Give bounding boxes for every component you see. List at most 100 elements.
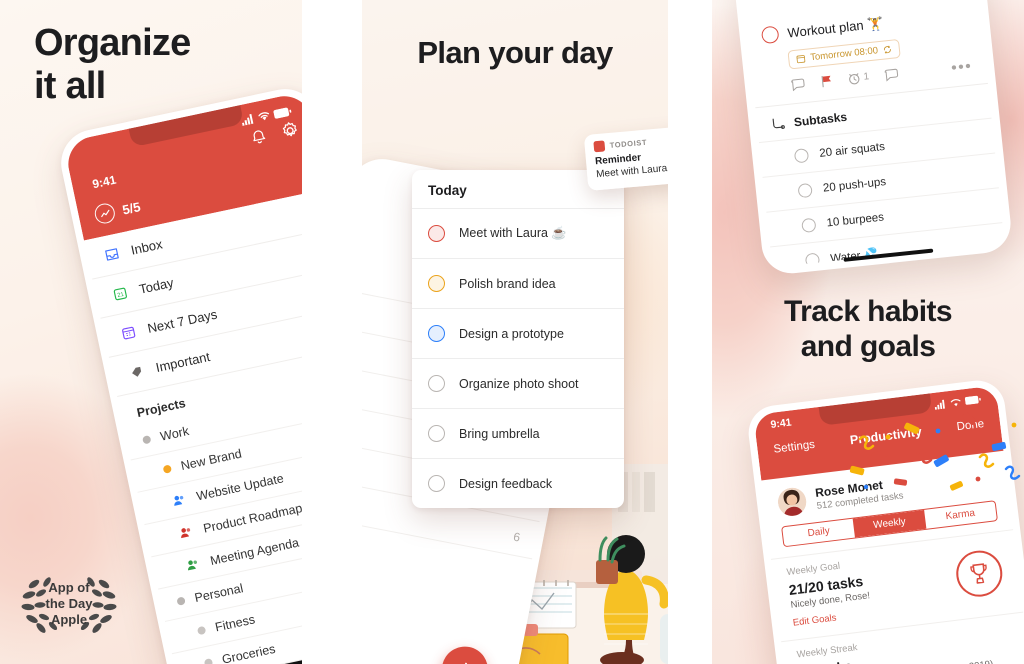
sidebar-item-label: Inbox (129, 236, 164, 258)
wifi-icon (258, 112, 270, 121)
task-row[interactable]: Bring umbrella (412, 408, 624, 458)
project-label: Work (159, 423, 191, 444)
task-detail-screen: Workout plan 🏋️ Tomorrow 08:00 1 ●●● Sub… (741, 0, 1005, 268)
project-color-dot (196, 625, 207, 636)
task-checkbox[interactable] (760, 25, 780, 45)
karma-ring-icon (92, 201, 117, 226)
sidebar-item-label: Next 7 Days (146, 306, 219, 336)
panel-track-habits-and-goals: Workout plan 🏋️ Tomorrow 08:00 1 ●●● Sub… (712, 0, 1024, 664)
headline-line-1: Organize (34, 22, 191, 64)
task-checkbox[interactable] (428, 225, 445, 242)
note-icon[interactable] (883, 68, 898, 82)
calendar-today-icon: 21 (110, 283, 130, 303)
reminder-indicator[interactable]: 1 (847, 70, 870, 85)
task-checkbox[interactable] (428, 475, 445, 492)
subtask-checkbox[interactable] (804, 252, 821, 268)
subtask-checkbox[interactable] (801, 217, 817, 234)
more-icon[interactable]: ●●● (950, 60, 972, 73)
task-checkbox[interactable] (428, 375, 445, 392)
avatar-photo (776, 486, 808, 518)
subtask-checkbox[interactable] (793, 148, 810, 164)
battery-icon (964, 395, 981, 405)
trophy-icon (970, 563, 987, 584)
subtasks-list: 20 air squats20 push-ups10 burpeesWater … (758, 117, 1005, 268)
project-color-dot (142, 434, 152, 445)
task-label: Organize photo shoot (459, 376, 579, 391)
productivity-screen: 9:41 Settings Productivity Done Rose Mon… (753, 385, 1024, 664)
inbox-icon (102, 244, 122, 264)
calendar-icon (796, 55, 806, 64)
calendar-week-icon (119, 323, 139, 343)
subtask-label: 20 air squats (818, 140, 886, 160)
subtask-icon (772, 118, 785, 129)
page-title: Productivity (849, 424, 923, 448)
subtasks-header-label: Subtasks (793, 109, 848, 130)
task-label: Meet with Laura ☕ (459, 226, 567, 240)
shared-project-icon (182, 555, 202, 575)
panel-organize-it-all: Organize it all 9:41 5/5 Inbox 21 Today … (0, 0, 302, 664)
clock-time: 9:41 (769, 416, 793, 431)
task-label: Polish brand idea (459, 276, 556, 291)
settings-button[interactable]: Settings (773, 439, 816, 456)
sidebar-item-label: Important (154, 348, 212, 376)
task-row[interactable]: Design feedback (412, 458, 624, 508)
task-label: Design feedback (459, 476, 553, 491)
panel-plan-your-day: Plan your day 219121210❮86 + Today Meet … (362, 0, 668, 664)
signal-icon (934, 399, 945, 410)
badge-text: App of the Day Apple (46, 580, 93, 628)
bell-icon[interactable] (249, 127, 269, 147)
headline-organize: Organize it all (34, 22, 191, 107)
task-detail-header: Workout plan 🏋️ (741, 0, 981, 46)
wifi-icon (950, 398, 961, 406)
headline-line-1: Track habits (784, 295, 952, 328)
badge-line-1: App of (48, 580, 90, 596)
signal-icon (241, 113, 254, 126)
task-label: Bring umbrella (459, 426, 540, 441)
avatar[interactable] (776, 486, 808, 518)
project-label: Personal (193, 581, 245, 606)
shared-project-icon (175, 523, 195, 543)
task-row[interactable]: Design a prototype (412, 308, 624, 358)
badge-line-2: the Day (45, 595, 93, 611)
headline-line-2: it all (34, 64, 106, 107)
reminder-count: 1 (863, 71, 870, 83)
comment-icon[interactable] (790, 78, 805, 91)
tag-icon (127, 362, 147, 382)
subtask-checkbox[interactable] (797, 182, 813, 199)
project-label: New Brand (179, 446, 243, 474)
add-task-button[interactable]: + (437, 642, 492, 664)
reminder-notification[interactable]: TODOIST Reminder Meet with Laura (583, 125, 668, 191)
today-task-card: Today Meet with Laura ☕ Polish brand idea… (412, 170, 624, 508)
task-checkbox[interactable] (428, 325, 445, 342)
notification-app-name: TODOIST (609, 137, 648, 150)
headline-line-2: and goals (800, 329, 936, 363)
done-button[interactable]: Done (956, 418, 985, 433)
task-row[interactable]: Organize photo shoot (412, 358, 624, 408)
sidebar-item-label: Today (137, 274, 175, 297)
trend-up-icon (100, 209, 109, 217)
project-color-dot (176, 596, 186, 606)
task-row[interactable]: Meet with Laura ☕ (412, 208, 624, 258)
schedule-count: 6 (512, 529, 522, 545)
phone-mockup-productivity: 9:41 Settings Productivity Done Rose Mon… (745, 377, 1024, 664)
subtask-label: 20 push-ups (822, 176, 887, 195)
clock-time: 9:41 (91, 172, 118, 192)
task-row[interactable]: Polish brand idea (412, 258, 624, 308)
task-detail-title: Workout plan 🏋️ (786, 15, 884, 40)
task-label: Design a prototype (459, 326, 564, 341)
battery-icon (273, 107, 292, 119)
karma-indicator[interactable]: 5/5 (92, 196, 142, 226)
repeat-icon (884, 45, 891, 54)
task-checkbox[interactable] (428, 425, 445, 442)
screenshot-stage: Organize it all 9:41 5/5 Inbox 21 Today … (0, 0, 1024, 664)
shared-project-icon (169, 490, 189, 510)
badge-line-3: Apple (50, 612, 88, 628)
gear-icon[interactable] (279, 119, 302, 142)
app-of-the-day-badge: App of the Day Apple (14, 560, 124, 648)
flag-icon[interactable] (819, 74, 833, 88)
task-checkbox[interactable] (428, 275, 445, 292)
user-info: Rose Monet 512 completed tasks (814, 475, 904, 512)
today-task-list: Meet with Laura ☕ Polish brand idea Design… (412, 208, 624, 508)
alarm-icon (849, 73, 860, 85)
headline-track-habits: Track habits and goals (712, 295, 1024, 365)
